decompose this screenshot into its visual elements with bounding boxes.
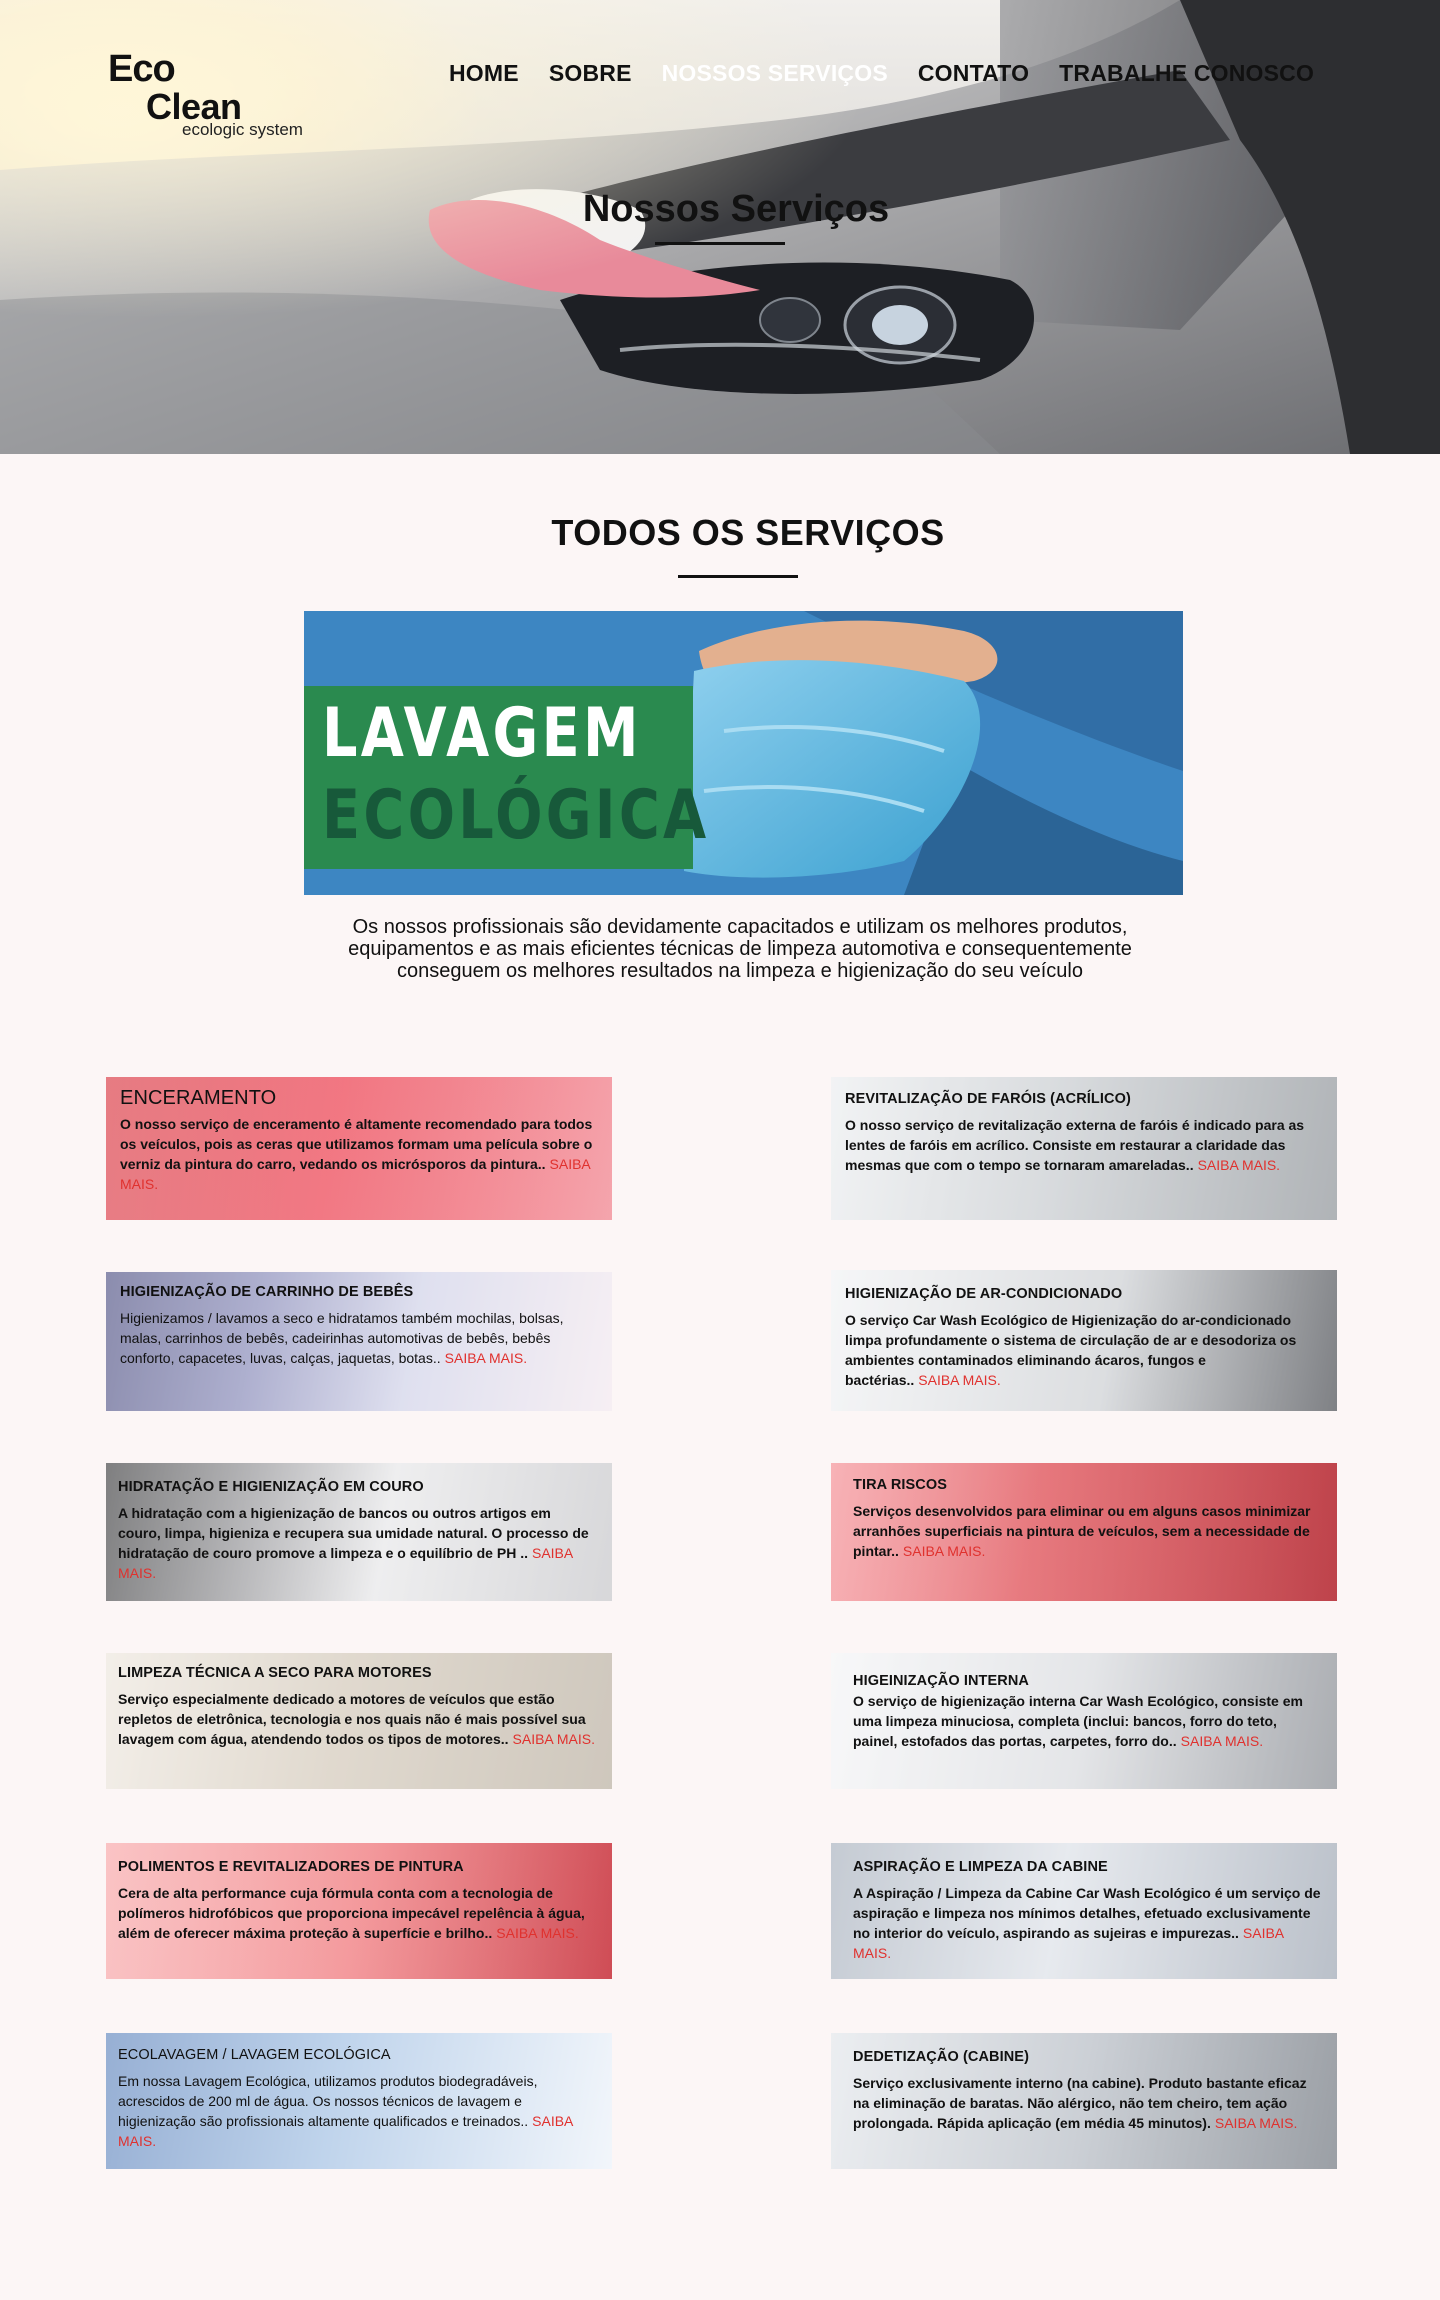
- nav-home[interactable]: HOME: [449, 60, 519, 87]
- service-description: A Aspiração / Limpeza da Cabine Car Wash…: [853, 1883, 1321, 1963]
- nav-trabalhe-conosco[interactable]: TRABALHE CONOSCO: [1059, 60, 1314, 87]
- title-underline: [655, 242, 785, 245]
- hero-banner: Eco Clean ecologic system HOME SOBRE NOS…: [0, 0, 1440, 454]
- service-description: O nosso serviço de revitalização externa…: [845, 1115, 1321, 1175]
- banner-label: LAVAGEM ECOLÓGICA: [304, 686, 706, 869]
- service-description: Serviços desenvolvidos para eliminar ou …: [853, 1501, 1321, 1561]
- service-text: O nosso serviço de enceramento é altamen…: [120, 1116, 593, 1172]
- service-card-aspiracao-cabine[interactable]: ASPIRAÇÃO E LIMPEZA DA CABINE A Aspiraçã…: [831, 1843, 1337, 1979]
- service-card-ar-condicionado[interactable]: HIGIENIZAÇÃO DE AR-CONDICIONADO O serviç…: [831, 1270, 1337, 1411]
- service-text: A hidratação com a higienização de banco…: [118, 1505, 589, 1561]
- service-card-revitalizacao-farois[interactable]: REVITALIZAÇÃO DE FARÓIS (ACRÍLICO) O nos…: [831, 1077, 1337, 1220]
- service-title: POLIMENTOS E REVITALIZADORES DE PINTURA: [118, 1859, 464, 1875]
- service-card-higienizacao-interna[interactable]: HIGEINIZAÇÃO INTERNA O serviço de higien…: [831, 1653, 1337, 1789]
- service-title: DEDETIZAÇÃO (CABINE): [853, 2049, 1029, 2065]
- service-card-carrinho-bebes[interactable]: HIGIENIZAÇÃO DE CARRINHO DE BEBÊS Higien…: [106, 1272, 612, 1411]
- main-navigation: HOME SOBRE NOSSOS SERVIÇOS CONTATO TRABA…: [449, 60, 1344, 87]
- service-card-ecolavagem[interactable]: ECOLAVAGEM / LAVAGEM ECOLÓGICA Em nossa …: [106, 2033, 612, 2169]
- saiba-mais-link[interactable]: SAIBA MAIS.: [496, 1925, 578, 1941]
- lavagem-ecologica-banner: LAVAGEM ECOLÓGICA: [304, 611, 1183, 895]
- service-description: Serviço especialmente dedicado a motores…: [118, 1689, 596, 1749]
- saiba-mais-link[interactable]: SAIBA MAIS.: [903, 1543, 985, 1559]
- service-title: TIRA RISCOS: [853, 1477, 948, 1493]
- saiba-mais-link[interactable]: SAIBA MAIS.: [1181, 1733, 1263, 1749]
- service-title: LIMPEZA TÉCNICA A SECO PARA MOTORES: [118, 1665, 432, 1681]
- service-title: HIGIENIZAÇÃO DE AR-CONDICIONADO: [845, 1286, 1123, 1302]
- eco-clean-logo[interactable]: Eco Clean ecologic system: [108, 48, 338, 148]
- service-card-dedetizacao[interactable]: DEDETIZAÇÃO (CABINE) Serviço exclusivame…: [831, 2033, 1337, 2169]
- service-description: O nosso serviço de enceramento é altamen…: [120, 1114, 596, 1194]
- nav-contato[interactable]: CONTATO: [918, 60, 1029, 87]
- nav-nossos-servicos[interactable]: NOSSOS SERVIÇOS: [662, 60, 888, 87]
- service-description: Cera de alta performance cuja fórmula co…: [118, 1883, 596, 1943]
- service-title: REVITALIZAÇÃO DE FARÓIS (ACRÍLICO): [845, 1091, 1131, 1107]
- saiba-mais-link[interactable]: SAIBA MAIS.: [1215, 2115, 1297, 2131]
- service-title: HIGIENIZAÇÃO DE CARRINHO DE BEBÊS: [120, 1284, 414, 1300]
- nav-sobre[interactable]: SOBRE: [549, 60, 632, 87]
- logo-eco-text: Eco: [108, 48, 176, 90]
- banner-description: Os nossos profissionais são devidamente …: [348, 916, 1132, 982]
- banner-line-1: LAVAGEM: [322, 694, 642, 773]
- banner-line-2: ECOLÓGICA: [322, 776, 710, 855]
- saiba-mais-link[interactable]: SAIBA MAIS.: [1198, 1157, 1280, 1173]
- service-description: A hidratação com a higienização de banco…: [118, 1503, 596, 1583]
- service-title: HIDRATAÇÃO E HIGIENIZAÇÃO EM COURO: [118, 1479, 424, 1495]
- logo-tagline: ecologic system: [182, 120, 303, 139]
- service-description: Higienizamos / lavamos a seco e hidratam…: [120, 1308, 596, 1368]
- service-card-hidratacao-couro[interactable]: HIDRATAÇÃO E HIGIENIZAÇÃO EM COURO A hid…: [106, 1463, 612, 1601]
- service-card-limpeza-motores[interactable]: LIMPEZA TÉCNICA A SECO PARA MOTORES Serv…: [106, 1653, 612, 1789]
- service-text: O serviço Car Wash Ecológico de Higieniz…: [845, 1312, 1297, 1388]
- service-text: Em nossa Lavagem Ecológica, utilizamos p…: [118, 2073, 538, 2129]
- service-description: Serviço exclusivamente interno (na cabin…: [853, 2073, 1321, 2133]
- section-title: TODOS OS SERVIÇOS: [551, 512, 945, 553]
- service-title: HIGEINIZAÇÃO INTERNA: [853, 1673, 1029, 1689]
- saiba-mais-link[interactable]: SAIBA MAIS.: [513, 1731, 595, 1747]
- service-title: ENCERAMENTO: [120, 1087, 277, 1109]
- service-title: ASPIRAÇÃO E LIMPEZA DA CABINE: [853, 1859, 1108, 1875]
- section-underline: [678, 575, 798, 578]
- service-card-enceramento[interactable]: ENCERAMENTO O nosso serviço de enceramen…: [106, 1077, 612, 1220]
- service-card-polimentos[interactable]: POLIMENTOS E REVITALIZADORES DE PINTURA …: [106, 1843, 612, 1979]
- service-description: O serviço Car Wash Ecológico de Higieniz…: [845, 1310, 1321, 1390]
- service-title: ECOLAVAGEM / LAVAGEM ECOLÓGICA: [118, 2047, 391, 2063]
- service-card-tira-riscos[interactable]: TIRA RISCOS Serviços desenvolvidos para …: [831, 1463, 1337, 1601]
- service-description: Em nossa Lavagem Ecológica, utilizamos p…: [118, 2071, 596, 2151]
- saiba-mais-link[interactable]: SAIBA MAIS.: [918, 1372, 1000, 1388]
- page-title: Nossos Serviços: [582, 188, 890, 230]
- saiba-mais-link[interactable]: SAIBA MAIS.: [445, 1350, 527, 1366]
- service-description: O serviço de higienização interna Car Wa…: [853, 1691, 1321, 1751]
